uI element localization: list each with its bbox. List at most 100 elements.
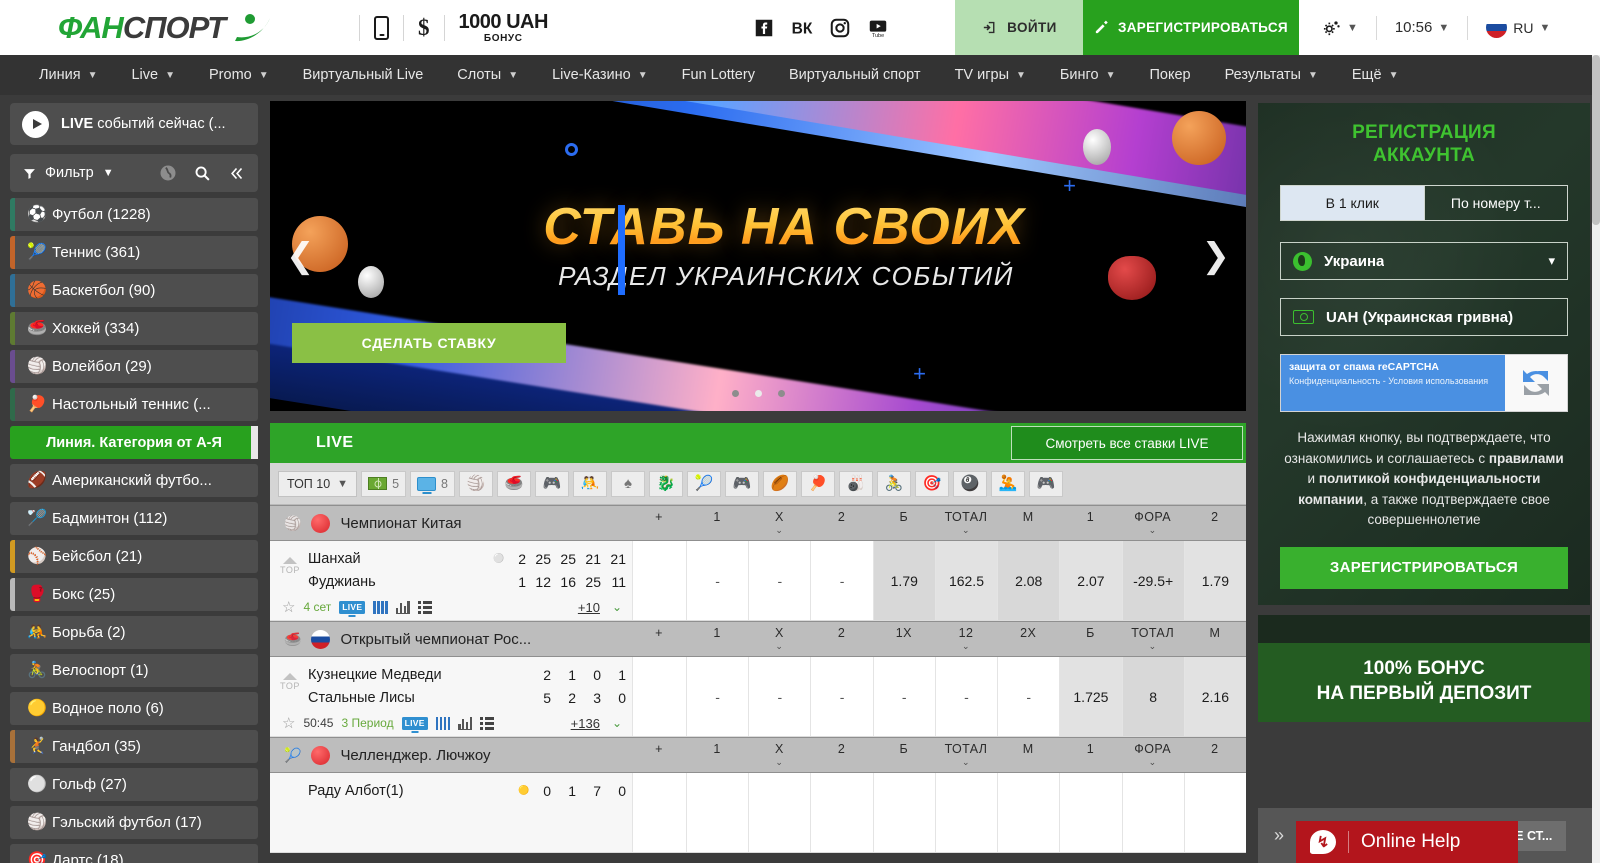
sport-tab-rugby-ball-icon[interactable]: 🏉 <box>762 470 797 497</box>
mobile-icon[interactable] <box>374 15 390 40</box>
league-header[interactable]: 🏐 Чемпионат Китая +1 X ⌄ 2 Б ТОТАЛ ⌄ М 1 ФОРА ⌄ 2 <box>270 505 1246 541</box>
odds-cell[interactable]: - <box>810 657 873 736</box>
sidebar-line-sport-1[interactable]: 🏸 Бадминтон (112) <box>10 502 258 535</box>
column-header-М[interactable]: М <box>1184 627 1246 651</box>
nav-item-9[interactable]: Бинго ▼ <box>1043 55 1133 95</box>
chevron-down-icon[interactable]: ⌄ <box>748 525 810 535</box>
odds-cell[interactable] <box>1183 773 1246 852</box>
youtube-icon[interactable]: Tube <box>867 17 889 39</box>
nav-item-0[interactable]: Линия ▼ <box>22 55 114 95</box>
column-header-ФОРА[interactable]: ФОРА ⌄ <box>1122 743 1184 767</box>
odds-cell[interactable]: - <box>748 541 811 620</box>
odds-cell[interactable] <box>1121 773 1184 852</box>
column-header-plus[interactable]: + <box>632 743 686 767</box>
column-header-X[interactable]: X ⌄ <box>748 627 810 651</box>
odds-cell[interactable]: -29.5+ <box>1121 541 1184 620</box>
nav-item-3[interactable]: Виртуальный Live <box>286 55 441 95</box>
bonus-banner[interactable]: 100% БОНУС НА ПЕРВЫЙ ДЕПОЗИТ <box>1258 614 1590 723</box>
search-icon[interactable] <box>194 165 211 182</box>
carousel-dot-active[interactable] <box>754 390 762 397</box>
clock-menu[interactable]: 10:56 ▼ <box>1395 19 1449 36</box>
column-header-ТОТАЛ[interactable]: ТОТАЛ ⌄ <box>935 743 997 767</box>
column-header-12[interactable]: 12 ⌄ <box>935 627 997 651</box>
odds-cell[interactable]: 2.16 <box>1183 657 1246 736</box>
column-header-plus[interactable]: + <box>632 627 686 651</box>
column-header-2[interactable]: 2 <box>1184 743 1246 767</box>
court-visualization-icon[interactable] <box>373 600 388 614</box>
statistics-icon[interactable] <box>458 716 473 730</box>
bonus-promo[interactable]: 1000 UAH БОНУС <box>459 12 549 44</box>
nav-item-5[interactable]: Live-Казино ▼ <box>535 55 665 95</box>
expand-chevron-icon[interactable]: ⌄ <box>612 600 622 614</box>
tab-by-phone[interactable]: По номеру т... <box>1424 185 1568 222</box>
sidebar-line-sport-2[interactable]: ⚾ Бейсбол (21) <box>10 540 258 573</box>
sidebar-line-sport-4[interactable]: 🤼 Борьба (2) <box>10 616 258 649</box>
odds-cell[interactable]: - <box>748 657 811 736</box>
odds-cell[interactable]: - <box>997 657 1060 736</box>
column-header-2[interactable]: 2 <box>810 511 872 535</box>
nav-item-10[interactable]: Покер <box>1132 55 1207 95</box>
nav-item-1[interactable]: Live ▼ <box>114 55 192 95</box>
live-stream-icon[interactable]: LIVE <box>401 716 428 730</box>
window-scrollbar[interactable] <box>1592 55 1600 863</box>
sport-tab-snooker-icon[interactable]: 🎱 <box>952 470 987 497</box>
odds-cell[interactable]: - <box>686 657 749 736</box>
odds-cell[interactable]: 1.79 <box>1183 541 1246 620</box>
register-button[interactable]: ЗАРЕГИСТРИРОВАТЬСЯ <box>1082 0 1299 55</box>
column-header-1[interactable]: 1 <box>1059 511 1121 535</box>
odds-cell[interactable]: 8 <box>1121 657 1184 736</box>
nav-item-7[interactable]: Виртуальный спорт <box>772 55 938 95</box>
online-help-button[interactable]: Online Help <box>1296 821 1518 863</box>
odds-cell[interactable]: - <box>810 541 873 620</box>
column-header-1[interactable]: 1 <box>1059 743 1121 767</box>
more-markets-link[interactable]: +10 <box>578 600 600 615</box>
list-view-icon[interactable] <box>480 716 495 730</box>
nav-item-2[interactable]: Promo ▼ <box>192 55 286 95</box>
list-view-icon[interactable] <box>417 600 432 614</box>
column-header-Б[interactable]: Б <box>873 511 935 535</box>
sport-tab-table-tennis-icon[interactable]: 🏓 <box>800 470 835 497</box>
nav-item-11[interactable]: Результаты ▼ <box>1208 55 1335 95</box>
sidebar-line-sport-9[interactable]: 🏐 Гэльский футбол (17) <box>10 806 258 839</box>
sidebar-live-sport-2[interactable]: 🏀 Баскетбол (90) <box>10 274 258 307</box>
filter-dropdown[interactable]: Фильтр ▼ <box>23 165 114 181</box>
odds-cell[interactable]: 1.79 <box>872 541 935 620</box>
nav-item-8[interactable]: TV игры ▼ <box>938 55 1043 95</box>
column-header-М[interactable]: М <box>997 743 1059 767</box>
column-header-2[interactable]: 2 <box>810 627 872 651</box>
odds-cell[interactable]: 1.725 <box>1059 657 1122 736</box>
live-events-now-button[interactable]: LIVE событий сейчас (... <box>10 103 258 145</box>
sidebar-line-sport-0[interactable]: 🏈 Американский футбо... <box>10 464 258 497</box>
chevron-down-icon[interactable]: ⌄ <box>935 641 997 651</box>
odds-cell[interactable] <box>748 773 811 852</box>
carousel-next-button[interactable]: ❯ <box>1202 239 1231 273</box>
sport-tab-water-polo-icon[interactable]: 🤽 <box>990 470 1025 497</box>
match-row[interactable]: TOP Кузнецкие Медведи 2 1 0 1 Стальные Лисы 5 2 3… <box>270 657 1246 737</box>
top10-dropdown[interactable]: ТОП 10 ▼ <box>278 470 358 497</box>
sport-tab-poker-spade-icon[interactable]: ♠ <box>610 470 645 497</box>
sport-tab-bowling-icon[interactable]: 🎳 <box>838 470 873 497</box>
settings-menu[interactable]: ▼ <box>1321 18 1358 38</box>
column-header-plus[interactable]: + <box>632 511 686 535</box>
sport-tab-cycling-icon[interactable]: 🚴 <box>876 470 911 497</box>
sidebar-line-sport-8[interactable]: ⚪ Гольф (27) <box>10 768 258 801</box>
recaptcha-widget[interactable]: защита от спама reCAPTCHA Конфиденциальн… <box>1280 354 1568 413</box>
match-row[interactable]: TOP Шанхай ⚪ 2 25 25 21 21 Фуджиань 1 12 16 25 11 ☆ 4 с… <box>270 541 1246 621</box>
column-header-X[interactable]: X ⌄ <box>748 743 810 767</box>
sport-tab-volleyball-icon[interactable]: 🏐 <box>458 470 493 497</box>
column-header-ФОРА[interactable]: ФОРА ⌄ <box>1122 511 1184 535</box>
court-visualization-icon[interactable] <box>435 716 451 730</box>
sidebar-live-sport-3[interactable]: 🥌 Хоккей (334) <box>10 312 258 345</box>
odds-cell[interactable]: 2.07 <box>1059 541 1122 620</box>
site-logo[interactable]: ФАНСПОРТ <box>58 10 273 46</box>
more-markets-link[interactable]: +136 <box>571 716 600 731</box>
chevron-down-icon[interactable]: ⌄ <box>935 757 997 767</box>
sport-tab-ebasketball-icon[interactable]: 🎮 <box>724 470 759 497</box>
column-header-2X[interactable]: 2X <box>997 627 1059 651</box>
odds-cell[interactable] <box>686 773 749 852</box>
sidebar-line-sport-10[interactable]: 🎯 Дартс (18) <box>10 844 258 863</box>
tab-one-click[interactable]: В 1 клик <box>1280 185 1425 222</box>
column-header-2[interactable]: 2 <box>810 743 872 767</box>
column-header-Б[interactable]: Б <box>873 743 935 767</box>
odds-cell[interactable]: 2.08 <box>997 541 1060 620</box>
